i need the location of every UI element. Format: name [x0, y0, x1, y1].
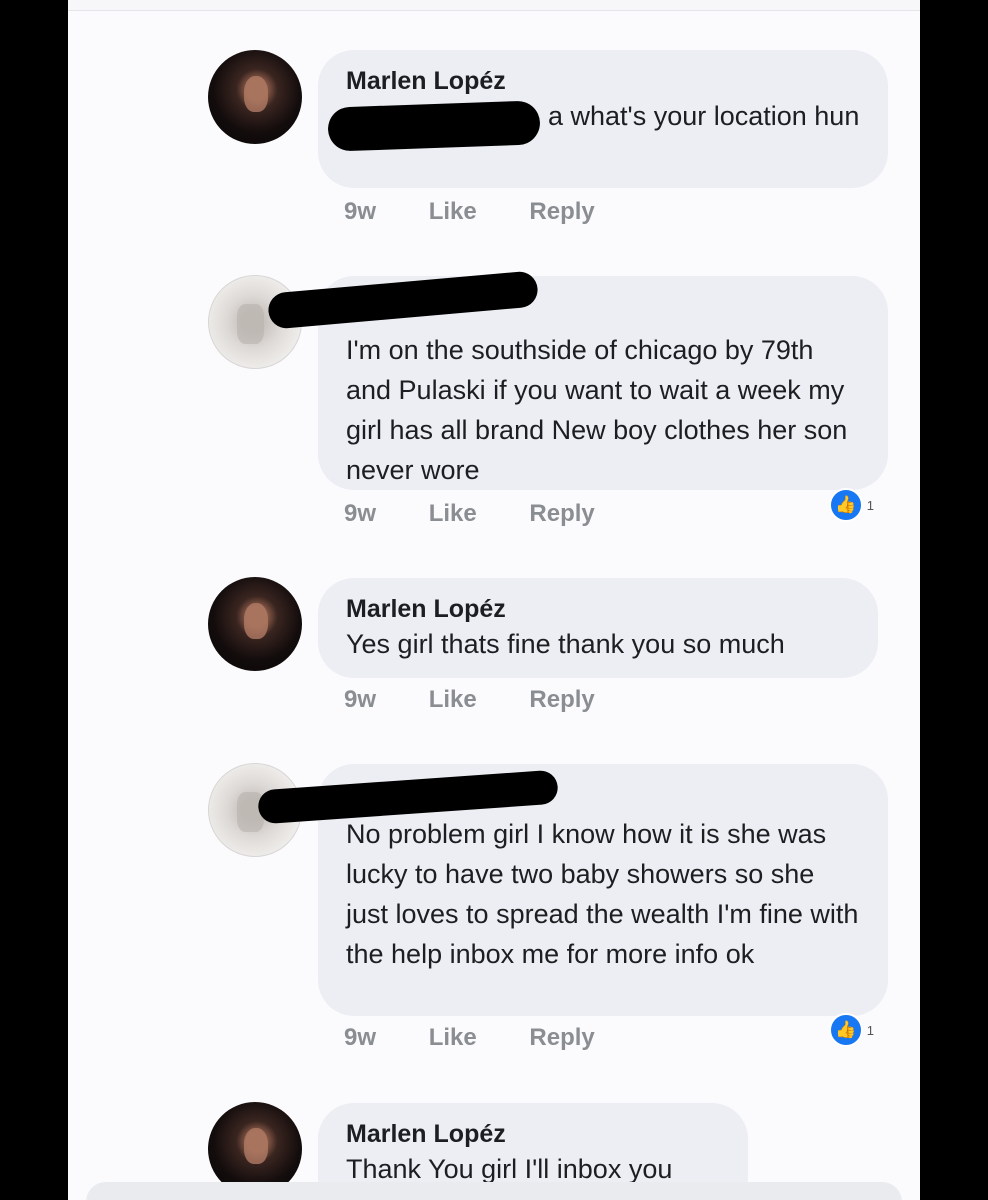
avatar[interactable] [208, 50, 302, 144]
comment-thread-screen: Marlen Lopéz a what's your location hun … [68, 0, 920, 1200]
comment-bubble: Marlen Lopéz Yes girl thats fine thank y… [318, 578, 878, 678]
reaction-summary[interactable]: 👍 1 [828, 1013, 874, 1047]
comment-bubble: Marlen Lopéz a what's your location hun [318, 50, 888, 188]
comment-bubble: I'm on the southside of chicago by 79th … [266, 270, 888, 490]
like-button[interactable]: Like [429, 1024, 477, 1051]
comment-author[interactable]: Marlen Lopéz [346, 66, 860, 96]
comment-bubble: No problem girl I know how it is she was… [257, 764, 888, 1016]
redaction-mark [266, 270, 540, 330]
comment-text: No problem girl I know how it is she was… [346, 819, 859, 969]
comment-text: Yes girl thats fine thank you so much [346, 629, 785, 659]
reply-button[interactable]: Reply [529, 500, 594, 527]
like-button[interactable]: Like [429, 686, 477, 713]
like-button[interactable]: Like [429, 500, 477, 527]
comment-actions: 9w Like Reply [344, 686, 641, 714]
comment-actions: 9w Like Reply [344, 500, 641, 528]
comment-time: 9w [344, 198, 377, 225]
like-button[interactable]: Like [429, 198, 477, 225]
reaction-count: 1 [866, 1022, 874, 1038]
reply-button[interactable]: Reply [529, 1024, 594, 1051]
comment-actions: 9w Like Reply [344, 1024, 641, 1052]
comment-time: 9w [344, 686, 377, 713]
thumbs-up-icon: 👍 [828, 1013, 863, 1047]
thumbs-up-icon: 👍 [828, 488, 863, 522]
avatar[interactable] [208, 577, 302, 671]
reaction-count: 1 [866, 497, 874, 513]
comment-author[interactable]: Marlen Lopéz [346, 594, 850, 624]
comment-input-bar[interactable] [86, 1182, 902, 1200]
comment-time: 9w [344, 500, 377, 527]
reply-button[interactable]: Reply [529, 198, 594, 225]
comment-actions: 9w Like Reply [344, 198, 641, 226]
comment-text-visible: a what's your location hun [548, 101, 860, 131]
comment-time: 9w [344, 1024, 377, 1051]
reaction-summary[interactable]: 👍 1 [828, 488, 874, 522]
comment-author[interactable]: Marlen Lopéz [346, 1119, 720, 1149]
comment-text: I'm on the southside of chicago by 79th … [346, 335, 848, 485]
top-edge [68, 0, 920, 11]
redaction-mark [327, 100, 541, 152]
reply-button[interactable]: Reply [529, 686, 594, 713]
